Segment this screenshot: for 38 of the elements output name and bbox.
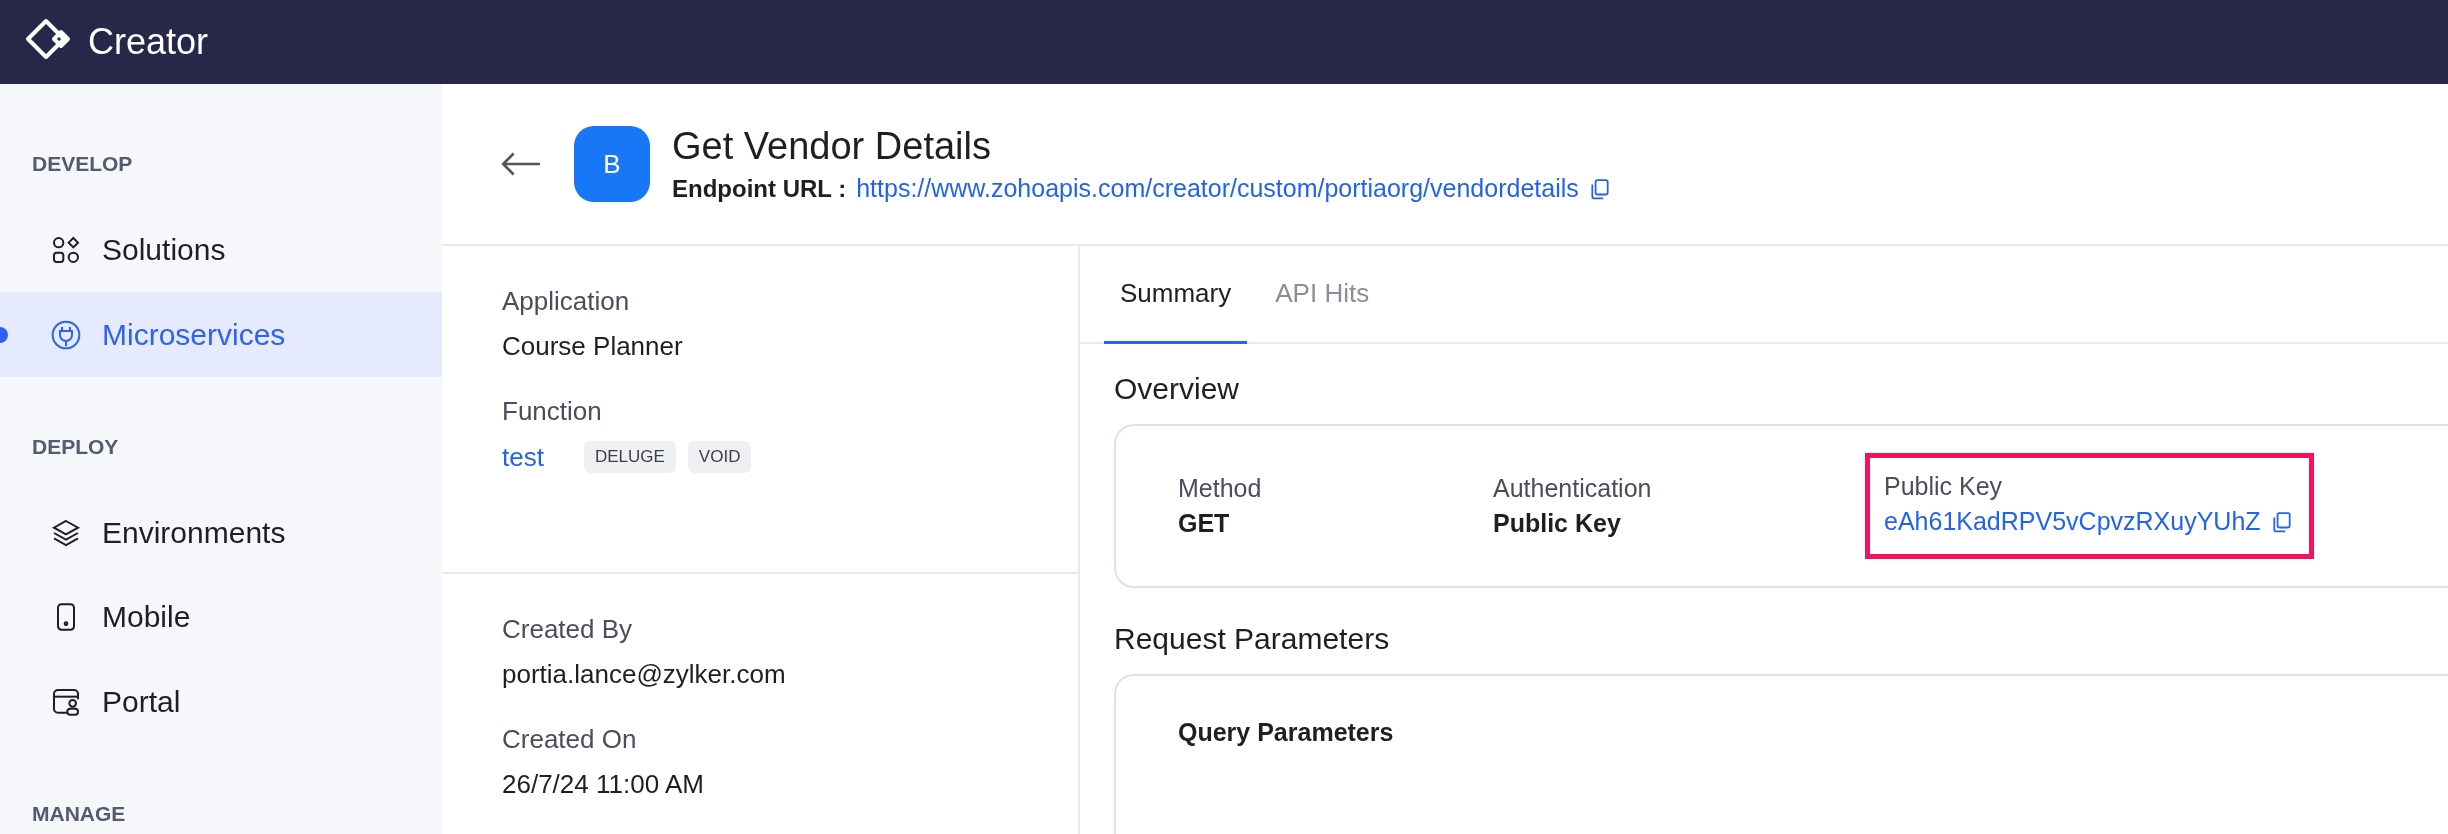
avatar-badge: B [574,126,650,202]
tab[interactable]: Summary [1104,246,1248,344]
back-arrow-icon[interactable] [500,151,542,177]
sidebar-item[interactable]: Microservices [0,292,442,377]
tag: VOID [687,441,752,473]
field-label: Created By [502,614,634,645]
field-label: Created On [502,724,638,755]
section-heading: DEVELOP [31,151,134,177]
key-link[interactable]: eAh61KadRPV5vCpvzRXuyYUhZ [1884,507,2261,536]
field-label: Method [1178,474,1263,503]
page-title: Get Vendor Details [672,125,992,168]
field-value: Course Planner [502,331,684,362]
section-title: Request Parameters [1114,622,1391,656]
section-heading: DEPLOY [31,433,120,460]
field-label: Authentication [1493,474,1653,503]
copy-icon[interactable] [2270,510,2293,533]
endpoint-label: Endpoint URL : [672,174,847,203]
section-heading: MANAGE [31,801,127,828]
app-name: Creator [88,21,209,63]
card-title: Query Parameters [1178,718,1395,747]
endpoint-link[interactable]: https://www.zohoapis.com/creator/custom/portiaorg/vendordetails [856,174,1579,203]
field-value: portia.lance@zylker.com [502,659,787,690]
field-label: Function [502,396,603,427]
layers-icon [50,517,82,549]
field-label: Public Key [1884,472,2004,501]
sidebar-item[interactable]: Mobile [0,575,442,660]
plug-icon [50,318,82,351]
field-value: Public Key [1493,509,1622,538]
tag: DELUGE [583,441,676,473]
section-title: Overview [1114,372,1241,406]
sidebar-item[interactable]: Portal [0,659,442,745]
sidebar-item[interactable]: Solutions [0,208,442,293]
function-link[interactable]: test [502,441,544,473]
sidebar-item[interactable]: Environments [0,490,442,576]
field-value: 26/7/24 11:00 AM [502,769,705,800]
field-value: GET [1178,509,1231,538]
copy-icon[interactable] [1588,177,1611,200]
field-label: Application [502,286,631,317]
